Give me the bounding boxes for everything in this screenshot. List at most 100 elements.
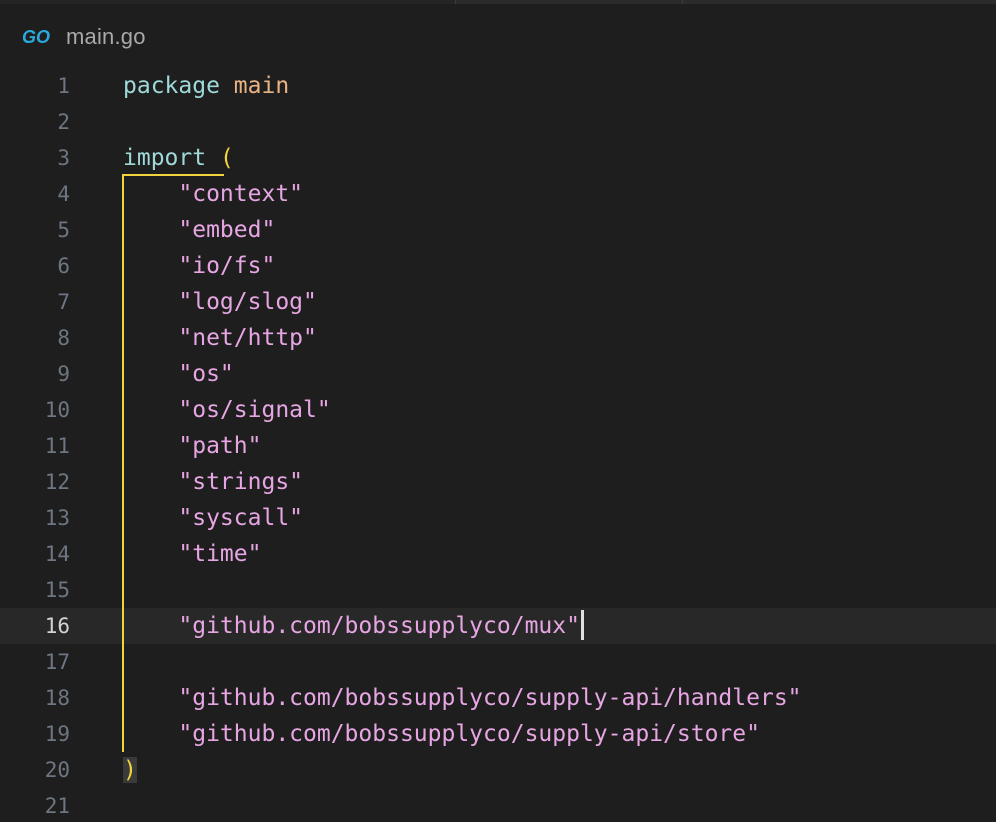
code-line[interactable]: 9 "os" [0,356,996,392]
code-token: ( [219,145,234,171]
code-line[interactable]: 3 import ( [0,140,996,176]
line-number: 4 [57,182,70,206]
tab-bar-strip [0,0,996,4]
code-line[interactable]: 20) [0,752,996,788]
code-line[interactable]: 8 "net/http" [0,320,996,356]
code-token: "time" [178,541,262,567]
line-content: "github.com/bobssupplyco/supply-api/stor… [123,716,760,752]
line-number: 7 [57,290,70,314]
code-line[interactable]: 15 [0,572,996,608]
tab-segment [0,0,455,4]
line-number: 16 [44,614,70,638]
code-token: "io/fs" [178,253,276,279]
code-line[interactable]: 10 "os/signal" [0,392,996,428]
code-line[interactable]: 18 "github.com/bobssupplyco/supply-api/h… [0,680,996,716]
line-number: 21 [44,794,70,818]
code-line[interactable]: 2 [0,104,996,140]
svg-text:GO: GO [22,27,50,47]
code-token: "github.com/bobssupplyco/mux" [178,613,580,639]
breadcrumb[interactable]: GO main.go [22,22,146,52]
line-number: 19 [44,722,70,746]
line-number: 1 [57,74,70,98]
line-content: "log/slog" [123,284,317,320]
code-token: "path" [178,433,262,459]
line-number: 9 [57,362,70,386]
line-content: "path" [123,428,261,464]
line-content: "syscall" [123,500,303,536]
code-token: package [123,73,220,99]
code-token: "context" [178,181,304,207]
line-number: 8 [57,326,70,350]
line-number: 15 [44,578,70,602]
line-content: "context" [123,176,303,212]
line-number: 17 [44,650,70,674]
code-token: main [233,73,290,99]
line-content: "strings" [123,464,303,500]
code-line[interactable]: 19 "github.com/bobssupplyco/supply-api/s… [0,716,996,752]
code-token: "net/http" [178,325,317,351]
go-file-icon: GO [22,27,50,47]
code-token: "github.com/bobssupplyco/supply-api/stor… [178,721,760,747]
line-content: "github.com/bobssupplyco/mux" [123,608,584,644]
bracket-pair-guide-top [122,174,224,176]
bracket-pair-guide [122,174,124,752]
line-content: "io/fs" [123,248,275,284]
text-cursor [580,609,584,640]
line-number: 10 [44,398,70,422]
code-editor[interactable]: 1 package main 2 3 import (4 "context" 5 "emb… [0,68,996,822]
line-number: 6 [57,254,70,278]
line-content: "net/http" [123,320,317,356]
code-line[interactable]: 4 "context" [0,176,996,212]
line-content: "time" [123,536,261,572]
code-line[interactable]: 14 "time" [0,536,996,572]
line-number: 12 [44,470,70,494]
code-token: "syscall" [178,505,304,531]
line-content: "os" [123,356,234,392]
line-number: 2 [57,110,70,134]
line-number: 11 [44,434,70,458]
line-number: 13 [44,506,70,530]
code-token: import [123,145,207,171]
code-line[interactable]: 6 "io/fs" [0,248,996,284]
code-line[interactable]: 13 "syscall" [0,500,996,536]
line-content: ) [123,752,137,788]
code-line[interactable]: 17 [0,644,996,680]
code-token: "github.com/bobssupplyco/supply-api/hand… [178,685,802,711]
tab-divider [682,0,683,4]
code-token: "log/slog" [178,289,317,315]
line-number: 5 [57,218,70,242]
line-content: "os/signal" [123,392,331,428]
code-line[interactable]: 5 "embed" [0,212,996,248]
line-number: 20 [44,758,70,782]
code-line[interactable]: 11 "path" [0,428,996,464]
code-token: ) [123,757,137,783]
code-token: "embed" [178,217,276,243]
line-content: package main [123,68,289,104]
breadcrumb-filename[interactable]: main.go [66,24,146,50]
line-number: 3 [57,146,70,170]
code-token: "os/signal" [178,397,331,423]
code-line[interactable]: 12 "strings" [0,464,996,500]
line-number: 14 [44,542,70,566]
code-line[interactable]: 16 "github.com/bobssupplyco/mux" [0,608,996,644]
code-line[interactable]: 21 [0,788,996,822]
line-content: "embed" [123,212,275,248]
code-line[interactable]: 1 package main [0,68,996,104]
code-token: "os" [178,361,234,387]
line-content: "github.com/bobssupplyco/supply-api/hand… [123,680,802,716]
code-line[interactable]: 7 "log/slog" [0,284,996,320]
